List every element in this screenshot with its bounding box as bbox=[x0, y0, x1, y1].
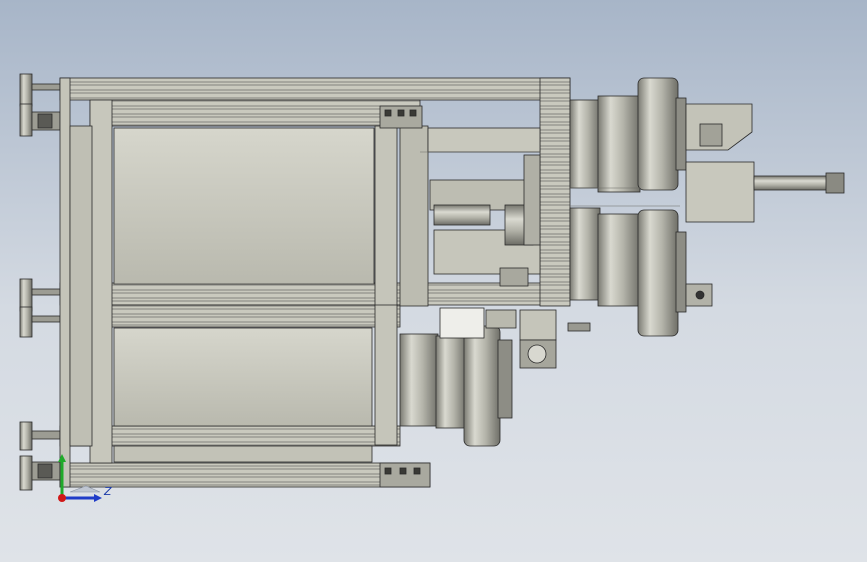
triad-plane bbox=[69, 485, 101, 493]
lower-spindle-assembly bbox=[399, 307, 591, 447]
machine-assembly-model[interactable] bbox=[0, 0, 867, 562]
cad-viewport[interactable]: Z bbox=[0, 0, 867, 562]
x-axis-origin bbox=[58, 494, 66, 502]
y-axis-arrow bbox=[58, 454, 66, 462]
upper-spindle-assembly bbox=[569, 77, 845, 223]
z-axis-label: Z bbox=[104, 485, 112, 498]
coordinate-triad bbox=[58, 454, 102, 502]
leveling-feet bbox=[19, 73, 61, 491]
middle-spindle-assembly bbox=[569, 207, 713, 337]
z-axis-arrow bbox=[94, 494, 102, 502]
